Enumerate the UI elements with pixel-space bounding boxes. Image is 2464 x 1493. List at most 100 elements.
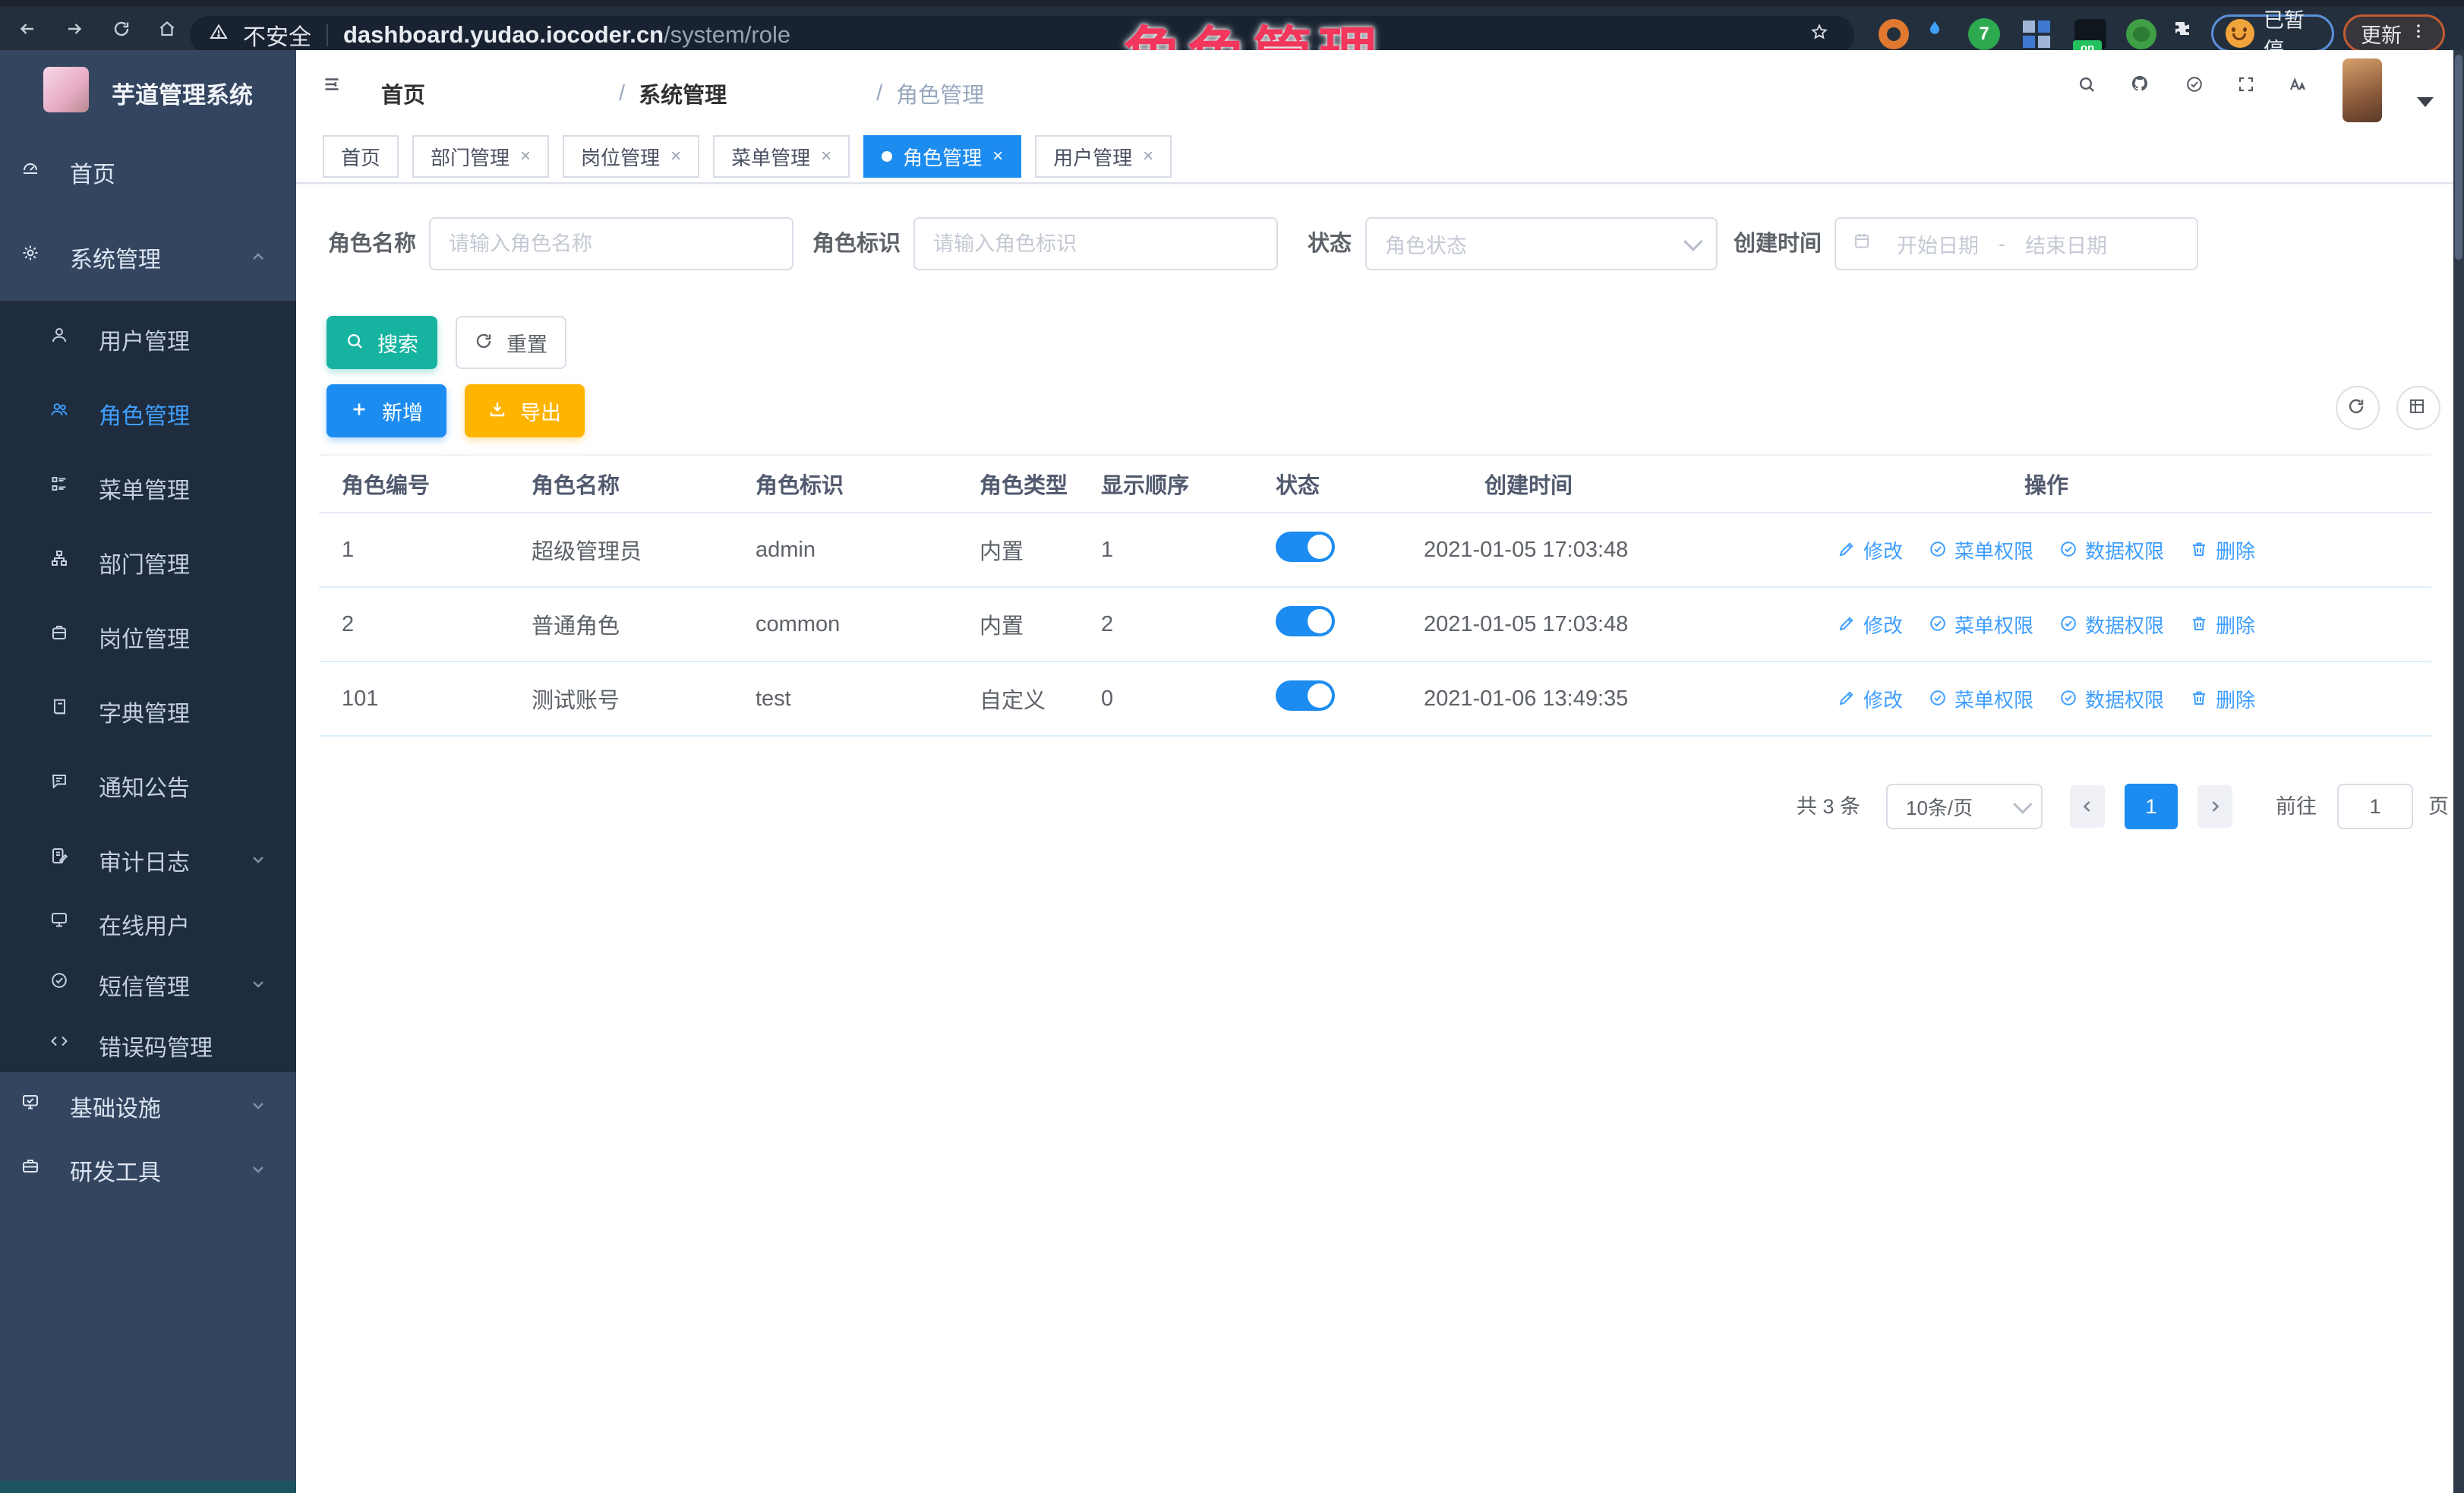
download-icon bbox=[488, 400, 510, 421]
sidebar-item-online-users[interactable]: 在线用户 bbox=[50, 907, 190, 941]
sidebar-item-audit-log[interactable]: 审计日志 bbox=[50, 844, 190, 877]
goto-page-input[interactable] bbox=[2337, 784, 2413, 829]
fullscreen-icon[interactable] bbox=[2237, 75, 2266, 104]
current-page-button[interactable]: 1 bbox=[2125, 784, 2178, 829]
scrollbar[interactable] bbox=[2453, 50, 2464, 1493]
sidebar-item-departments[interactable]: 部门管理 bbox=[50, 546, 190, 579]
search-button[interactable]: 搜索 bbox=[327, 316, 437, 369]
address-bar[interactable]: 不安全 dashboard.yudao.iocoder.cn/system/ro… bbox=[190, 16, 1854, 54]
help-icon[interactable] bbox=[2185, 75, 2214, 104]
menu-permission-link[interactable]: 菜单权限 bbox=[1929, 536, 2033, 564]
tab-positions[interactable]: 岗位管理 × bbox=[563, 135, 699, 178]
extension-icon-monkey[interactable] bbox=[2126, 19, 2156, 49]
start-date-placeholder[interactable]: 开始日期 bbox=[1897, 229, 1979, 259]
role-key-input[interactable] bbox=[913, 217, 1278, 270]
role-name-input[interactable] bbox=[429, 217, 793, 270]
circle-check-icon bbox=[50, 971, 77, 999]
next-page-button[interactable] bbox=[2197, 785, 2232, 828]
chevron-up-icon bbox=[249, 248, 269, 267]
cell-role-key: test bbox=[733, 687, 957, 712]
circle-check-icon bbox=[1929, 540, 1948, 560]
search-icon[interactable] bbox=[2078, 75, 2106, 104]
close-icon[interactable]: × bbox=[520, 146, 531, 167]
breadcrumb-separator: / bbox=[619, 81, 625, 106]
column-settings-button[interactable] bbox=[2396, 386, 2440, 430]
circle-check-icon bbox=[1929, 689, 1948, 709]
status-toggle[interactable] bbox=[1276, 532, 1335, 562]
data-permission-link[interactable]: 数据权限 bbox=[2059, 611, 2164, 639]
sidebar-item-dev-tools[interactable]: 研发工具 bbox=[21, 1154, 161, 1187]
sidebar-item-infrastructure[interactable]: 基础设施 bbox=[21, 1090, 161, 1123]
sidebar-bottom-strip bbox=[0, 1481, 296, 1493]
refresh-table-button[interactable] bbox=[2336, 386, 2380, 430]
data-permission-link[interactable]: 数据权限 bbox=[2059, 685, 2164, 713]
app-logo[interactable] bbox=[43, 67, 89, 112]
browser-forward-icon[interactable] bbox=[65, 20, 94, 49]
tab-menus[interactable]: 菜单管理 × bbox=[713, 135, 850, 178]
tab-roles-active[interactable]: 角色管理 × bbox=[863, 135, 1021, 178]
prev-page-button[interactable] bbox=[2070, 785, 2105, 828]
sidebar-item-roles[interactable]: 角色管理 bbox=[50, 397, 190, 431]
status-toggle[interactable] bbox=[1276, 606, 1335, 636]
sidebar-item-positions[interactable]: 岗位管理 bbox=[50, 620, 190, 654]
date-range-picker[interactable]: 开始日期 - 结束日期 bbox=[1835, 217, 2198, 270]
end-date-placeholder[interactable]: 结束日期 bbox=[2025, 229, 2107, 259]
menu-permission-link[interactable]: 菜单权限 bbox=[1929, 685, 2033, 713]
trash-icon bbox=[2190, 689, 2210, 709]
sidebar-item-dictionary[interactable]: 字典管理 bbox=[50, 695, 190, 728]
sidebar-item-system[interactable]: 系统管理 bbox=[21, 241, 161, 274]
sidebar-item-notices[interactable]: 通知公告 bbox=[50, 769, 190, 803]
hamburger-icon[interactable] bbox=[323, 75, 352, 104]
export-button[interactable]: 导出 bbox=[465, 384, 585, 437]
extension-icon-dark[interactable]: on bbox=[2074, 19, 2106, 49]
status-select[interactable]: 角色状态 bbox=[1365, 217, 1718, 270]
menu-permission-link[interactable]: 菜单权限 bbox=[1929, 611, 2033, 639]
sidebar-item-users[interactable]: 用户管理 bbox=[50, 323, 190, 356]
sidebar-item-sms[interactable]: 短信管理 bbox=[50, 968, 190, 1002]
close-icon[interactable]: × bbox=[670, 146, 681, 167]
data-permission-link[interactable]: 数据权限 bbox=[2059, 536, 2164, 564]
extension-icon-orange[interactable] bbox=[1879, 19, 1909, 49]
user-avatar[interactable] bbox=[2343, 58, 2382, 122]
delete-link[interactable]: 删除 bbox=[2190, 536, 2255, 564]
profile-paused-chip[interactable]: 已暂停 bbox=[2211, 14, 2334, 52]
edit-link[interactable]: 修改 bbox=[1838, 685, 1903, 713]
close-icon[interactable]: × bbox=[821, 146, 831, 167]
cell-role-id: 1 bbox=[319, 538, 509, 563]
extension-icon-grid[interactable] bbox=[2021, 19, 2052, 49]
status-toggle[interactable] bbox=[1276, 680, 1335, 711]
close-icon[interactable]: × bbox=[992, 146, 1003, 167]
bookmark-star-icon[interactable] bbox=[1810, 23, 1835, 47]
browser-reload-icon[interactable] bbox=[112, 20, 141, 49]
kebab-menu-icon[interactable] bbox=[2409, 22, 2432, 45]
extensions-puzzle-icon[interactable] bbox=[2173, 19, 2204, 49]
pagination-total: 共 3 条 bbox=[1797, 784, 1860, 829]
browser-home-icon[interactable] bbox=[158, 20, 187, 49]
tab-departments[interactable]: 部门管理 × bbox=[412, 135, 549, 178]
breadcrumb-system[interactable]: 系统管理 bbox=[639, 77, 863, 109]
tab-users[interactable]: 用户管理 × bbox=[1035, 135, 1172, 178]
sidebar-item-home[interactable]: 首页 bbox=[21, 156, 115, 189]
close-icon[interactable]: × bbox=[1143, 146, 1153, 167]
delete-link[interactable]: 删除 bbox=[2190, 611, 2255, 639]
avatar-caret-icon[interactable] bbox=[2417, 97, 2434, 107]
cell-role-type: 内置 bbox=[957, 534, 1078, 566]
browser-back-icon[interactable] bbox=[18, 20, 47, 49]
scrollbar-thumb[interactable] bbox=[2455, 55, 2462, 260]
browser-update-menu[interactable]: 更新 bbox=[2343, 14, 2445, 52]
breadcrumb-home[interactable]: 首页 bbox=[381, 77, 605, 109]
add-button[interactable]: 新增 bbox=[327, 384, 446, 437]
delete-link[interactable]: 删除 bbox=[2190, 685, 2255, 713]
reset-button[interactable]: 重置 bbox=[456, 316, 566, 369]
extension-icon-seven[interactable]: 7 bbox=[1968, 18, 2000, 50]
sidebar-item-error-codes[interactable]: 错误码管理 bbox=[50, 1029, 213, 1062]
edit-link[interactable]: 修改 bbox=[1838, 611, 1903, 639]
pencil-icon bbox=[1838, 689, 1857, 709]
font-size-icon[interactable] bbox=[2289, 75, 2319, 106]
tab-home[interactable]: 首页 bbox=[323, 135, 399, 178]
github-icon[interactable] bbox=[2131, 74, 2161, 105]
edit-link[interactable]: 修改 bbox=[1838, 536, 1903, 564]
extension-icon-drop[interactable] bbox=[1926, 19, 1954, 48]
sidebar-item-menus[interactable]: 菜单管理 bbox=[50, 472, 190, 505]
page-size-select[interactable]: 10条/页 bbox=[1886, 784, 2043, 829]
